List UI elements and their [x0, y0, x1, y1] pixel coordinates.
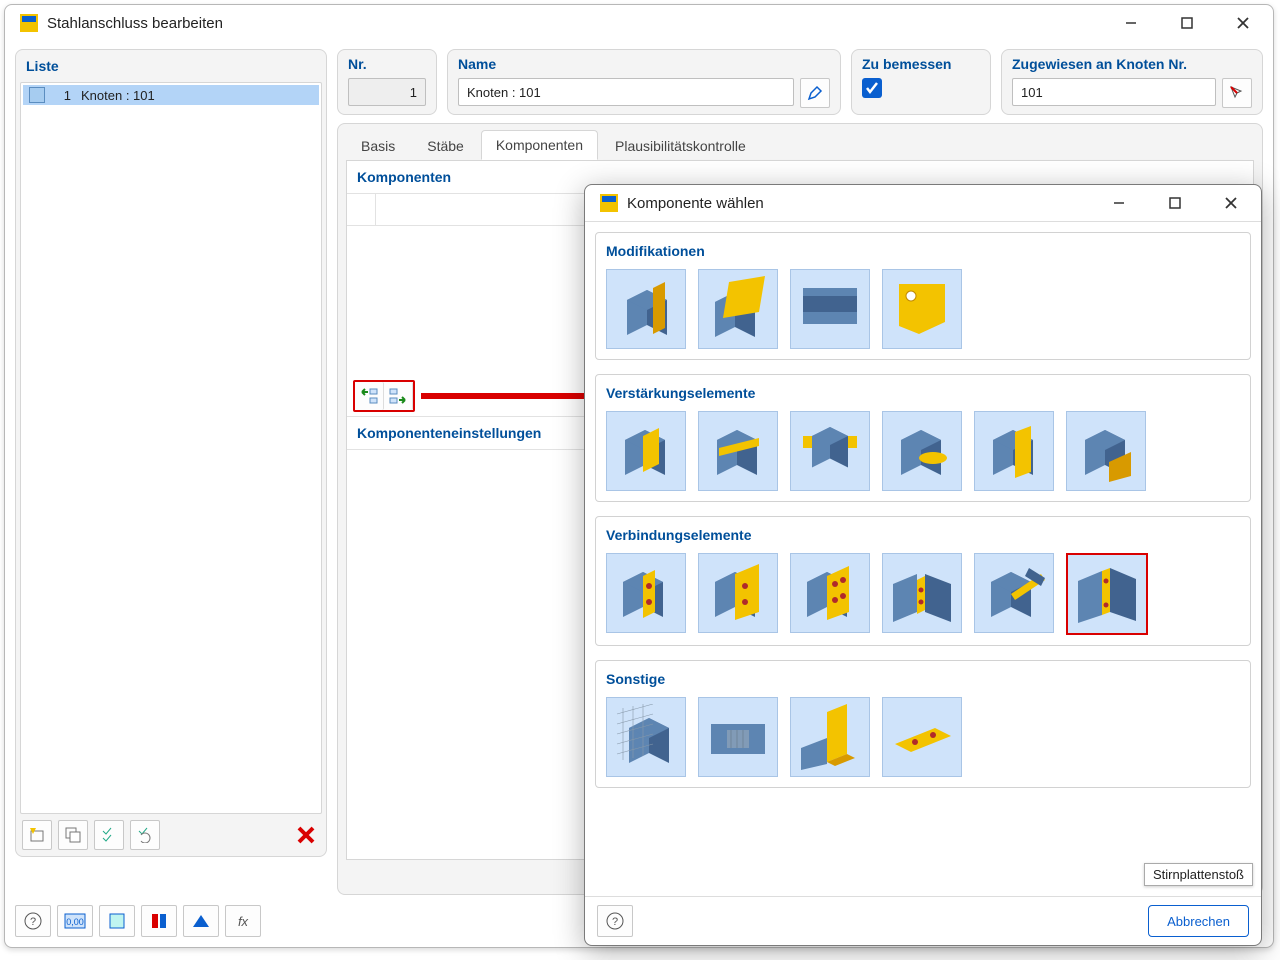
svg-text:fx: fx: [238, 914, 249, 929]
nr-input[interactable]: 1: [348, 78, 426, 106]
thumb-reinf-2[interactable]: [698, 411, 778, 491]
thumb-mod-2[interactable]: [698, 269, 778, 349]
dialog-minimize-button[interactable]: [1105, 189, 1133, 217]
help-button[interactable]: ?: [15, 905, 51, 937]
formula-button[interactable]: fx: [225, 905, 261, 937]
group-other: Sonstige: [595, 660, 1251, 788]
thumb-conn-2[interactable]: [698, 553, 778, 633]
tab-komponenten[interactable]: Komponenten: [481, 130, 598, 160]
design-checkbox[interactable]: [862, 78, 882, 98]
thumb-conn-end-plate-splice[interactable]: [1066, 553, 1148, 635]
name-input[interactable]: Knoten : 101: [458, 78, 794, 106]
field-assigned: Zugewiesen an Knoten Nr. 101: [1001, 49, 1263, 115]
svg-text:?: ?: [30, 916, 36, 928]
main-titlebar: Stahlanschluss bearbeiten: [5, 5, 1273, 41]
list-row-number: 1: [51, 88, 71, 103]
app-icon: [19, 13, 39, 33]
insert-after-button[interactable]: [384, 382, 413, 410]
insert-before-button[interactable]: [355, 382, 384, 410]
tab-basis[interactable]: Basis: [346, 131, 410, 160]
dialog-close-button[interactable]: [1217, 189, 1245, 217]
thumb-other-4[interactable]: [882, 697, 962, 777]
svg-text:0,00: 0,00: [66, 917, 84, 927]
edit-name-button[interactable]: [800, 78, 830, 108]
tab-staebe[interactable]: Stäbe: [412, 131, 479, 160]
svg-text:?: ?: [612, 916, 618, 928]
dialog-titlebar: Komponente wählen: [585, 185, 1261, 222]
list-row-label: Knoten : 101: [81, 88, 155, 103]
view-button[interactable]: [183, 905, 219, 937]
new-item-button[interactable]: [22, 820, 52, 850]
tab-plausibilitaet[interactable]: Plausibilitätskontrolle: [600, 131, 761, 160]
field-nr: Nr. 1: [337, 49, 437, 115]
pick-node-button[interactable]: [1222, 78, 1252, 108]
insert-component-buttons: [353, 380, 415, 412]
check-all-button[interactable]: [94, 820, 124, 850]
units-button[interactable]: 0,00: [57, 905, 93, 937]
reset-checks-button[interactable]: [130, 820, 160, 850]
field-design: Zu bemessen: [851, 49, 991, 115]
delete-button[interactable]: [292, 821, 320, 849]
group-connectors: Verbindungselemente: [595, 516, 1251, 646]
dialog-help-button[interactable]: ?: [597, 905, 633, 937]
thumb-reinf-6[interactable]: [1066, 411, 1146, 491]
list-row[interactable]: 1 Knoten : 101: [23, 85, 319, 105]
list-body[interactable]: 1 Knoten : 101: [20, 82, 322, 814]
thumb-other-3[interactable]: [790, 697, 870, 777]
thumb-conn-1[interactable]: [606, 553, 686, 633]
minimize-button[interactable]: [1117, 9, 1145, 37]
display-settings-button[interactable]: [141, 905, 177, 937]
thumb-conn-5[interactable]: [974, 553, 1054, 633]
dialog-app-icon: [599, 193, 619, 213]
thumb-mod-3[interactable]: [790, 269, 870, 349]
field-name: Name Knoten : 101: [447, 49, 841, 115]
color-button[interactable]: [99, 905, 135, 937]
list-header: Liste: [16, 50, 326, 82]
thumb-reinf-4[interactable]: [882, 411, 962, 491]
thumb-conn-3[interactable]: [790, 553, 870, 633]
copy-item-button[interactable]: [58, 820, 88, 850]
thumb-tooltip: Stirnplattenstoß: [1144, 863, 1253, 886]
window-title: Stahlanschluss bearbeiten: [47, 15, 1117, 32]
list-panel: Liste 1 Knoten : 101: [15, 49, 327, 857]
thumb-other-2[interactable]: [698, 697, 778, 777]
cancel-button[interactable]: Abbrechen: [1148, 905, 1249, 937]
assigned-input[interactable]: 101: [1012, 78, 1216, 106]
thumb-reinf-3[interactable]: [790, 411, 870, 491]
dialog-title: Komponente wählen: [627, 195, 1105, 212]
close-button[interactable]: [1229, 9, 1257, 37]
thumb-mod-4[interactable]: [882, 269, 962, 349]
group-modifications: Modifikationen: [595, 232, 1251, 360]
thumb-conn-4[interactable]: [882, 553, 962, 633]
dialog-maximize-button[interactable]: [1161, 189, 1189, 217]
group-reinforcements: Verstärkungselemente: [595, 374, 1251, 502]
select-component-dialog: Komponente wählen Modifikationen Verstär…: [584, 184, 1262, 946]
thumb-reinf-1[interactable]: [606, 411, 686, 491]
thumb-other-1[interactable]: [606, 697, 686, 777]
bottom-toolbar: ? 0,00 fx: [15, 905, 261, 937]
node-color-icon: [29, 87, 45, 103]
thumb-mod-1[interactable]: [606, 269, 686, 349]
thumb-reinf-5[interactable]: [974, 411, 1054, 491]
maximize-button[interactable]: [1173, 9, 1201, 37]
